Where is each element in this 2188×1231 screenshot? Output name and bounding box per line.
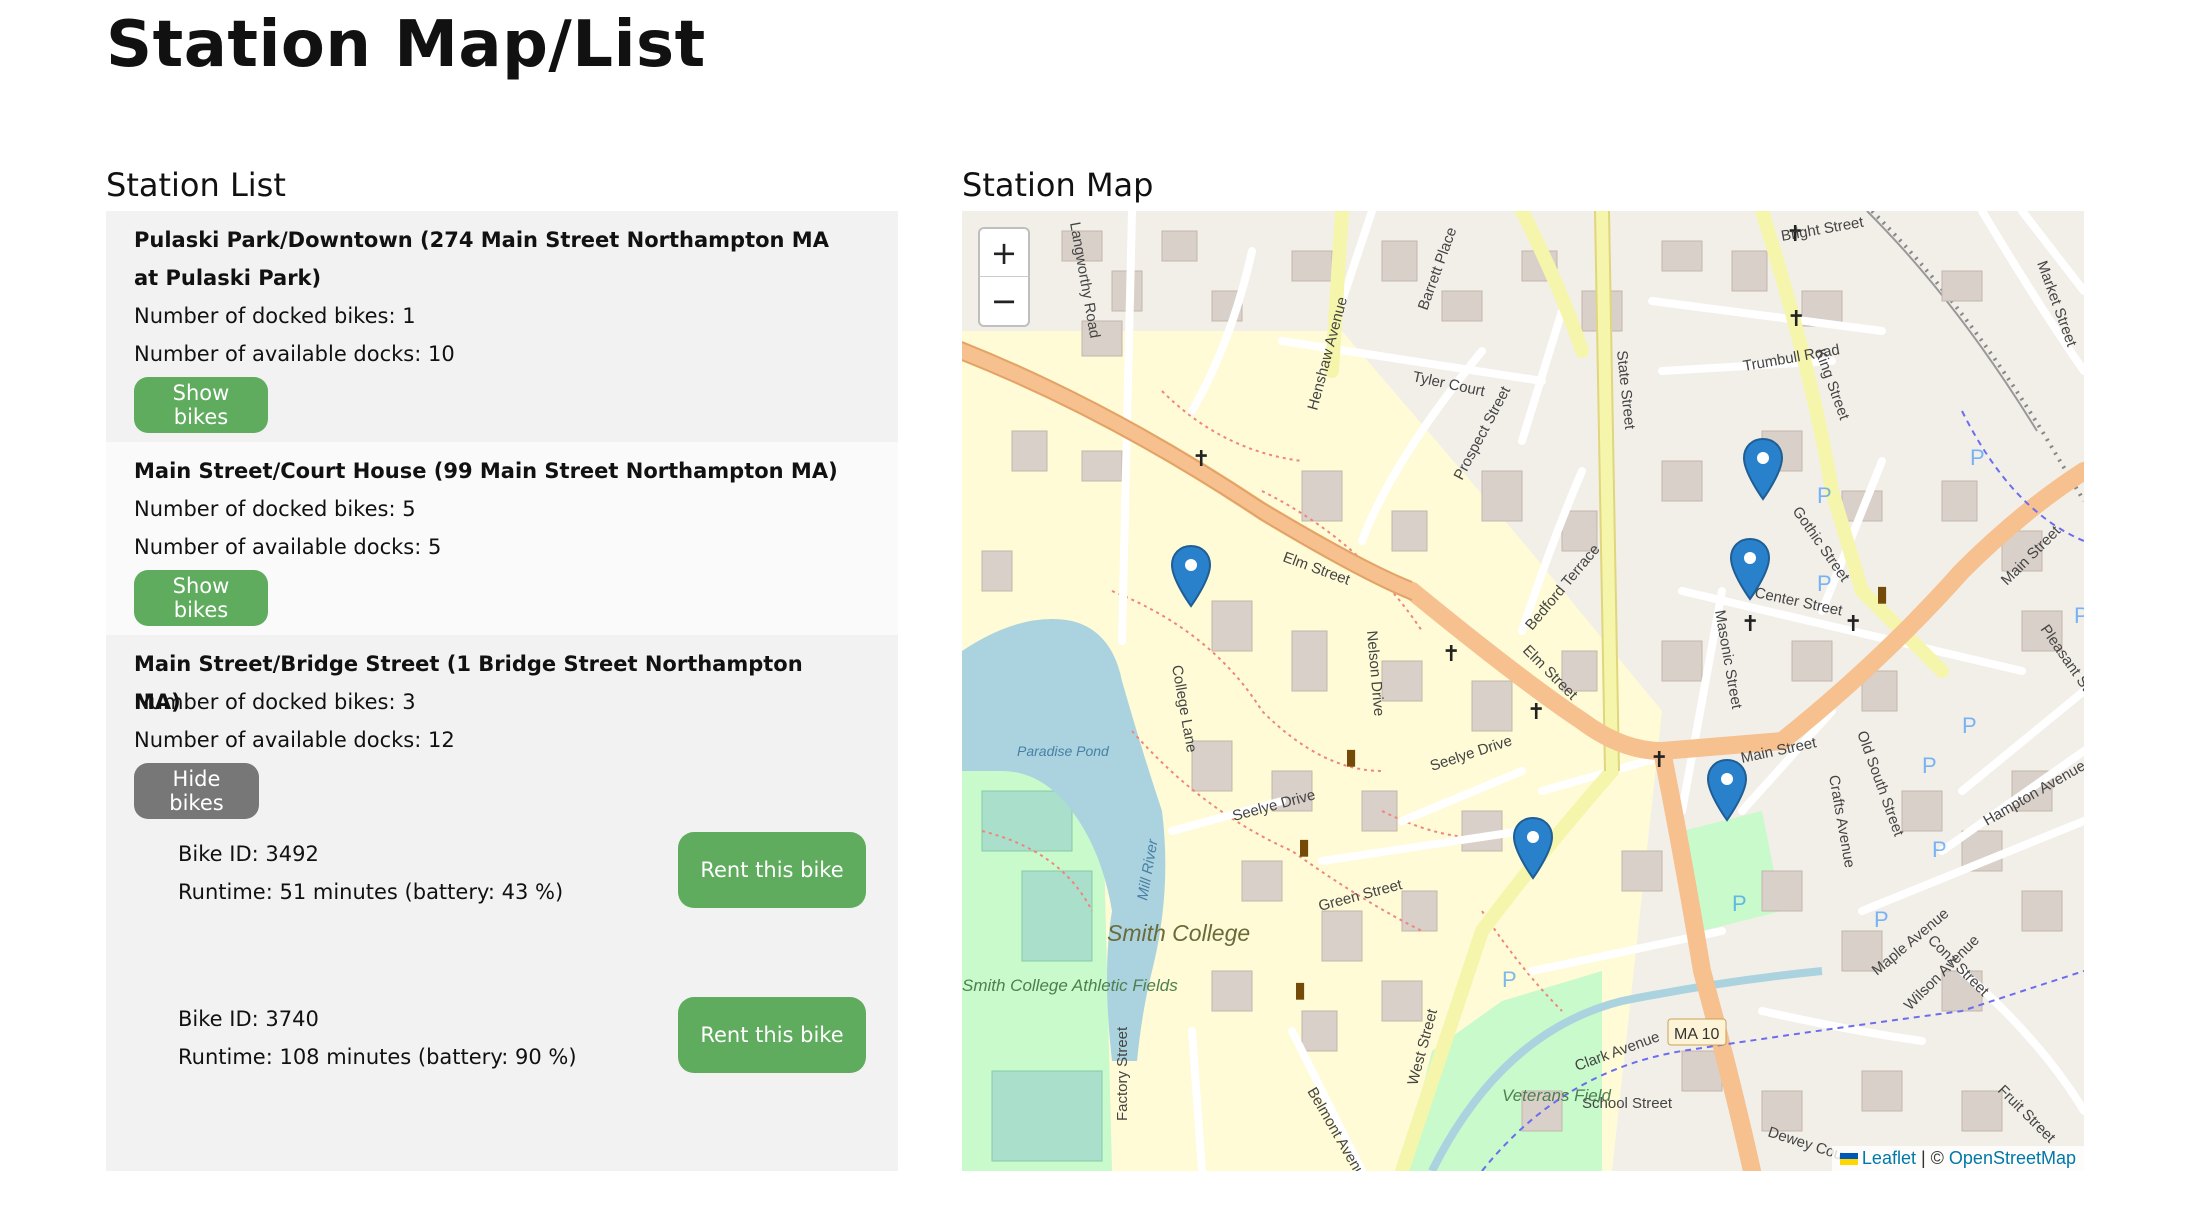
station-marker-icon[interactable]: [1706, 758, 1748, 822]
sports-pitch: [991, 1070, 1103, 1162]
route-shield-label: MA 10: [1674, 1026, 1719, 1043]
svg-text:▮: ▮: [1298, 834, 1310, 859]
map-label: Paradise Pond: [1017, 743, 1110, 759]
station-marker-icon[interactable]: [1170, 544, 1212, 608]
available-docks-count: Number of available docks: 12: [134, 728, 455, 752]
station-list-title: Station List: [106, 166, 286, 204]
bike-runtime: Runtime: 51 minutes (battery: 43 %): [178, 880, 564, 904]
svg-text:P: P: [1962, 713, 1977, 738]
attribution-separator: | ©: [1915, 1148, 1949, 1168]
svg-text:P: P: [1502, 967, 1517, 992]
svg-text:P: P: [1922, 753, 1937, 778]
svg-text:▮: ▮: [1876, 581, 1888, 606]
station-marker-icon[interactable]: [1512, 816, 1554, 880]
svg-text:P: P: [1732, 891, 1747, 916]
map-label: State Street: [1613, 350, 1638, 431]
station-item: Main Street/Bridge Street (1 Bridge Stre…: [106, 635, 898, 1171]
show-bikes-button[interactable]: Show bikes: [134, 377, 268, 433]
map-label: Crafts Avenue: [1825, 774, 1858, 869]
svg-text:P: P: [1874, 907, 1889, 932]
station-name: Main Street/Court House (99 Main Street …: [134, 459, 838, 483]
rent-bike-button[interactable]: Rent this bike: [678, 832, 866, 908]
svg-text:▮: ▮: [1345, 744, 1357, 769]
zoom-out-button[interactable]: −: [980, 277, 1028, 325]
bike-id: Bike ID: 3740: [178, 1007, 319, 1031]
svg-text:✝: ✝: [1844, 611, 1862, 636]
svg-text:P: P: [1817, 483, 1832, 508]
station-name: Pulaski Park/Downtown (274 Main Street N…: [134, 228, 829, 290]
svg-text:▮: ▮: [1294, 977, 1306, 1002]
station-map-title: Station Map: [962, 166, 1154, 204]
station-item: Main Street/Court House (99 Main Street …: [106, 442, 898, 635]
show-bikes-button[interactable]: Show bikes: [134, 570, 268, 626]
docked-bikes-count: Number of docked bikes: 1: [134, 304, 416, 328]
map-label: Smith College: [1107, 920, 1250, 946]
railway: [1866, 211, 2038, 432]
svg-text:P: P: [2074, 603, 2084, 628]
station-item: Pulaski Park/Downtown (274 Main Street N…: [106, 211, 898, 442]
bike-id: Bike ID: 3492: [178, 842, 319, 866]
svg-text:P: P: [1932, 837, 1947, 862]
svg-text:P: P: [1817, 571, 1832, 596]
bike-runtime: Runtime: 108 minutes (battery: 90 %): [178, 1045, 577, 1069]
svg-text:✝: ✝: [1650, 747, 1668, 772]
map-label: Bright Street: [1780, 214, 1866, 245]
svg-text:✝: ✝: [1442, 641, 1460, 666]
station-list: Pulaski Park/Downtown (274 Main Street N…: [106, 211, 898, 1171]
svg-text:✝: ✝: [1527, 699, 1545, 724]
available-docks-count: Number of available docks: 10: [134, 342, 455, 366]
zoom-in-button[interactable]: +: [980, 229, 1028, 277]
map-label: Smith College Athletic Fields: [962, 976, 1178, 995]
available-docks-count: Number of available docks: 5: [134, 535, 442, 559]
svg-text:✝: ✝: [1192, 446, 1210, 471]
leaflet-link[interactable]: Leaflet: [1862, 1148, 1916, 1168]
station-map[interactable]: ✝ ✝ ✝ ✝ ✝ ✝ ✝ ✝ ▮ ▮ ▮ ▮ PP PP PP PP PP Elm Str…: [962, 211, 2084, 1171]
map-label: Veterans Field: [1502, 1086, 1612, 1105]
ukraine-flag-icon: [1839, 1153, 1858, 1165]
map-label: Old South Street: [1853, 729, 1907, 840]
station-marker-icon[interactable]: [1729, 537, 1771, 601]
hide-bikes-button[interactable]: Hide bikes: [134, 763, 259, 819]
svg-text:✝: ✝: [1741, 611, 1759, 636]
map-tiles[interactable]: ✝✝ ✝✝ ✝✝ ✝ ✝ ▮▮ ▮▮ PP PP PP PP PP Elm Str…: [962, 211, 2084, 1171]
openstreetmap-link[interactable]: OpenStreetMap: [1949, 1148, 2076, 1168]
bike-item: Bike ID: 3740 Runtime: 108 minutes (batt…: [106, 997, 898, 1120]
map-attribution: Leaflet | © OpenStreetMap: [1831, 1146, 2084, 1171]
rent-bike-button[interactable]: Rent this bike: [678, 997, 866, 1073]
svg-text:P: P: [1970, 445, 1985, 470]
docked-bikes-count: Number of docked bikes: 5: [134, 497, 416, 521]
bike-item: Bike ID: 3492 Runtime: 51 minutes (batte…: [106, 832, 898, 955]
svg-text:✝: ✝: [1787, 306, 1805, 331]
docked-bikes-count: Number of docked bikes: 3: [134, 690, 416, 714]
station-marker-icon[interactable]: [1742, 437, 1784, 501]
sports-pitch: [981, 790, 1073, 852]
sports-pitch: [1021, 870, 1093, 962]
map-label: Factory Street: [1114, 1026, 1131, 1121]
zoom-control: + −: [978, 227, 1030, 327]
page-title: Station Map/List: [106, 8, 706, 82]
map-label: Fruit Street: [1994, 1082, 2059, 1147]
